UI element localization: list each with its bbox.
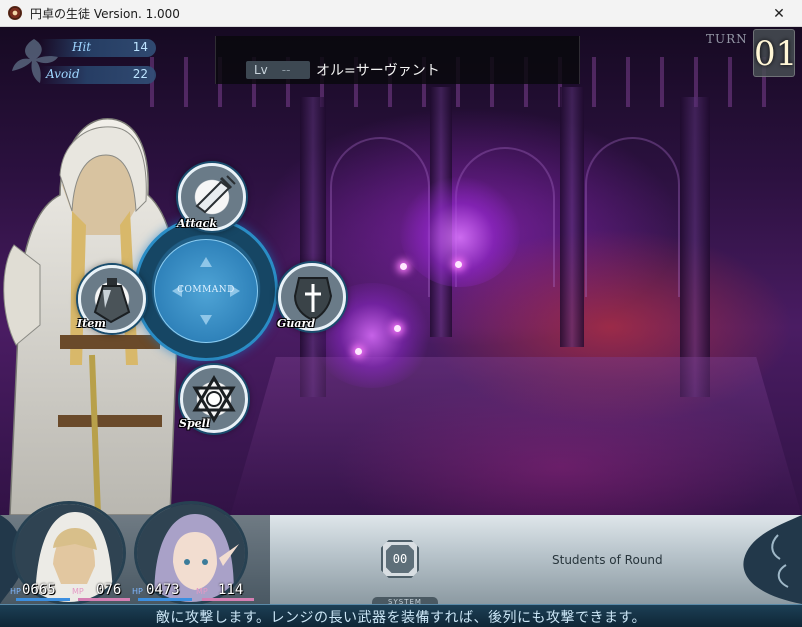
hp-value: 0665 [22, 582, 56, 598]
level-label: Lv [254, 63, 268, 77]
title-bar: 円卓の生徒 Version. 1.000 ✕ [0, 0, 802, 27]
turn-order-indicator: 00 [381, 540, 419, 578]
turn-number: 01 [754, 34, 798, 74]
hp-value: 0473 [146, 582, 180, 598]
leaf-ornament-icon [12, 39, 58, 83]
member-2-gauges: HP 0473 MP 114 [132, 582, 256, 602]
close-icon: ✕ [773, 5, 785, 22]
avoid-value: 22 [132, 67, 148, 81]
ghost-eye [394, 325, 401, 332]
floor [230, 357, 802, 517]
item-label: Item [77, 317, 106, 330]
pillar [680, 97, 710, 397]
mp-tag: MP [72, 587, 84, 596]
spell-label: Spell [179, 417, 210, 430]
hit-label: Hit [72, 40, 92, 54]
help-message: 敵に攻撃します。レンジの長い武器を装備すれば、後列にも攻撃できます。 [155, 610, 647, 626]
mp-bar [202, 598, 254, 601]
mp-value: 076 [96, 582, 122, 598]
help-message-bar: 敵に攻撃します。レンジの長い武器を装備すれば、後列にも攻撃できます。 [0, 604, 802, 627]
command-label: COMMAND [177, 285, 235, 295]
ghost-eye [455, 261, 462, 268]
target-banner: Lv -- オル=サーヴァント [215, 36, 580, 84]
arch [585, 137, 680, 297]
ghost-eye [355, 348, 362, 355]
turn-label: TURN [706, 32, 748, 46]
hit-value: 14 [132, 40, 148, 54]
window-title: 円卓の生徒 Version. 1.000 [30, 6, 180, 21]
hp-bar [138, 598, 192, 601]
target-name: オル=サーヴァント [316, 63, 440, 79]
game-window: 円卓の生徒 Version. 1.000 ✕ Hit 14 Avoid 22 L… [0, 0, 802, 627]
attack-label: Attack [177, 217, 217, 230]
hp-bar [16, 598, 70, 601]
ghost-eye [400, 263, 407, 270]
pillar [560, 87, 584, 347]
ghost-enemy[interactable] [400, 177, 520, 287]
guard-label: Guard [277, 317, 316, 330]
hp-tag: HP [132, 587, 143, 596]
close-button[interactable]: ✕ [756, 0, 802, 27]
target-level: Lv -- [246, 61, 310, 79]
battle-scene: Hit 14 Avoid 22 Lv -- オル=サーヴァント TURN 01 [0, 27, 802, 627]
mp-bar [78, 598, 130, 601]
round-table-icon [8, 6, 22, 20]
level-value: -- [281, 63, 291, 77]
turn-counter: 01 [753, 29, 798, 77]
member-1-gauges: HP 0665 MP 076 [10, 582, 130, 602]
mp-tag: MP [196, 587, 208, 596]
party-name: Students of Round [552, 553, 663, 567]
vine-ornament-icon [743, 515, 802, 604]
mp-value: 114 [218, 582, 244, 598]
turn-order-value: 00 [386, 545, 414, 573]
hp-tag: HP [10, 587, 21, 596]
